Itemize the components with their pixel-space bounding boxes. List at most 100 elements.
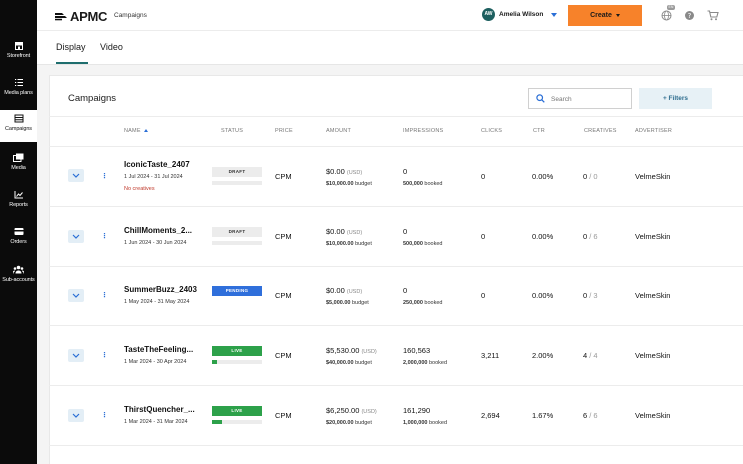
sidebar-item-storefront[interactable]: Storefront bbox=[0, 38, 37, 68]
sidebar-item-label: Campaigns bbox=[5, 126, 32, 132]
expand-row-button[interactable] bbox=[68, 289, 84, 302]
amount-spent: $5,530.00 (USD) bbox=[326, 346, 377, 355]
user-menu[interactable]: AW Amelia Wilson bbox=[482, 8, 558, 21]
row-actions-icon[interactable]: ⋮ bbox=[101, 292, 108, 299]
amount-budget: $10,000.00 budget bbox=[326, 241, 372, 247]
budget-value: $10,000.00 bbox=[326, 241, 354, 247]
search-icon bbox=[536, 94, 545, 103]
booked-label: booked bbox=[429, 360, 448, 366]
impressions-booked: 1,000,000 booked bbox=[403, 420, 447, 426]
ctr-value: 2.00% bbox=[532, 351, 554, 360]
expand-row-button[interactable] bbox=[68, 230, 84, 243]
campaign-name[interactable]: SummerBuzz_2403 bbox=[124, 285, 197, 294]
budget-label: budget bbox=[355, 360, 372, 366]
sidebar-item-media[interactable]: Media bbox=[0, 150, 37, 180]
amount-spent: $0.00 (USD) bbox=[326, 167, 362, 176]
search-input[interactable] bbox=[551, 92, 629, 106]
creatives-count: 6 / 6 bbox=[583, 411, 598, 420]
expand-row-button[interactable] bbox=[68, 169, 84, 182]
clicks-value: 0 bbox=[481, 232, 486, 241]
table-row[interactable]: ⋮ IconicTaste_2407 1 Jul 2024 - 31 Jul 202… bbox=[49, 147, 743, 206]
impressions-value: 0 bbox=[403, 286, 408, 295]
column-header-impressions[interactable]: IMPRESSIONS bbox=[403, 128, 443, 134]
globe-icon[interactable] bbox=[661, 10, 672, 21]
clicks-value: 2,694 bbox=[481, 411, 500, 420]
logo[interactable]: APMC bbox=[55, 9, 107, 24]
status-progress-bar bbox=[212, 181, 262, 185]
cart-icon[interactable] bbox=[707, 10, 719, 21]
table-row[interactable]: ⋮ ChillMoments_2... 1 Jun 2024 - 30 Jun 20… bbox=[49, 207, 743, 266]
sidebar-item-label: Storefront bbox=[6, 53, 31, 59]
sidebar-item-label: Sub-accounts bbox=[2, 277, 35, 283]
booked-label: booked bbox=[429, 420, 448, 426]
panel-title: Campaigns bbox=[68, 93, 117, 104]
column-header-amount[interactable]: AMOUNT bbox=[326, 128, 351, 134]
campaign-name[interactable]: ThirstQuencher_... bbox=[124, 405, 195, 414]
ctr-value: 1.67% bbox=[532, 411, 554, 420]
campaigns-icon bbox=[14, 114, 23, 123]
row-actions-icon[interactable]: ⋮ bbox=[101, 352, 108, 359]
sort-ascending-icon bbox=[143, 129, 148, 133]
column-header-creatives[interactable]: CREATIVES bbox=[584, 128, 617, 134]
sidebar-item-media-plans[interactable]: Media plans bbox=[0, 75, 37, 105]
advertiser-name: VelmeSkin bbox=[635, 351, 671, 360]
sidebar-item-campaigns[interactable]: Campaigns bbox=[0, 110, 37, 142]
table-row[interactable]: ⋮ SummerBuzz_2403 1 May 2024 - 31 May 2024… bbox=[49, 266, 743, 325]
table-row[interactable]: ⋮ ThirstQuencher_... 1 Mar 2024 - 31 Mar 2… bbox=[49, 386, 743, 445]
campaign-name[interactable]: IconicTaste_2407 bbox=[124, 160, 190, 169]
tab-video[interactable]: Video bbox=[100, 42, 123, 52]
status-progress-bar bbox=[212, 360, 262, 364]
sidebar-item-label: Media bbox=[11, 165, 26, 171]
expand-row-button[interactable] bbox=[68, 349, 84, 362]
column-header-ctr[interactable]: CTR bbox=[533, 128, 545, 134]
create-button[interactable]: Create bbox=[568, 5, 642, 26]
status-badge: LIVE bbox=[212, 406, 262, 416]
table-header-divider bbox=[49, 116, 743, 117]
sidebar-item-orders[interactable]: Orders bbox=[0, 224, 37, 254]
help-icon[interactable]: ? bbox=[684, 10, 695, 21]
campaign-name[interactable]: TasteTheFeeling... bbox=[124, 345, 193, 354]
creatives-active: 6 bbox=[583, 411, 588, 420]
sidebar-item-reports[interactable]: Reports bbox=[0, 187, 37, 217]
tab-bar: Display Video bbox=[37, 31, 743, 65]
status-progress-bar bbox=[212, 420, 262, 424]
amount-currency: (USD) bbox=[346, 230, 363, 236]
budget-value: $20,000.00 bbox=[326, 420, 354, 426]
storefront-icon bbox=[14, 42, 23, 50]
creatives-total: / 0 bbox=[589, 172, 598, 181]
sub-accounts-icon bbox=[13, 265, 24, 274]
amount-value: $0.00 bbox=[326, 286, 345, 295]
column-header-clicks[interactable]: CLICKS bbox=[481, 128, 502, 134]
creatives-active: 0 bbox=[583, 291, 588, 300]
chevron-down-icon bbox=[72, 234, 80, 239]
row-actions-icon[interactable]: ⋮ bbox=[101, 412, 108, 419]
column-header-name[interactable]: NAME bbox=[124, 128, 148, 134]
impressions-booked: 250,000 booked bbox=[403, 300, 442, 306]
ctr-value: 0.00% bbox=[532, 232, 554, 241]
campaign-name[interactable]: ChillMoments_2... bbox=[124, 226, 192, 235]
column-header-status[interactable]: STATUS bbox=[221, 128, 243, 134]
budget-value: $40,000.00 bbox=[326, 360, 354, 366]
impressions-value: 160,563 bbox=[403, 346, 431, 355]
column-header-price[interactable]: PRICE bbox=[275, 128, 293, 134]
booked-value: 2,000,000 bbox=[403, 360, 428, 366]
no-creatives-warning: No creatives bbox=[124, 186, 155, 192]
chevron-down-icon bbox=[72, 173, 80, 178]
status-badge: PENDING bbox=[212, 286, 262, 296]
expand-row-button[interactable] bbox=[68, 409, 84, 422]
row-actions-icon[interactable]: ⋮ bbox=[101, 173, 108, 180]
create-button-label: Create bbox=[590, 12, 612, 19]
price-type: CPM bbox=[275, 291, 292, 300]
tab-display[interactable]: Display bbox=[56, 42, 86, 52]
search-field[interactable] bbox=[528, 88, 632, 109]
impressions-booked: 500,000 booked bbox=[403, 181, 442, 187]
media-icon bbox=[13, 153, 24, 162]
table-row[interactable]: ⋮ TasteTheFeeling... 1 Mar 2024 - 30 Apr 2… bbox=[49, 326, 743, 385]
sidebar-item-sub-accounts[interactable]: Sub-accounts bbox=[0, 262, 37, 292]
filters-button[interactable]: + Filters bbox=[639, 88, 712, 109]
creatives-active: 0 bbox=[583, 232, 588, 241]
row-actions-icon[interactable]: ⋮ bbox=[101, 233, 108, 240]
row-divider bbox=[49, 445, 743, 446]
status-progress-fill bbox=[212, 360, 217, 364]
column-header-advertiser[interactable]: ADVERTISER bbox=[635, 128, 672, 134]
